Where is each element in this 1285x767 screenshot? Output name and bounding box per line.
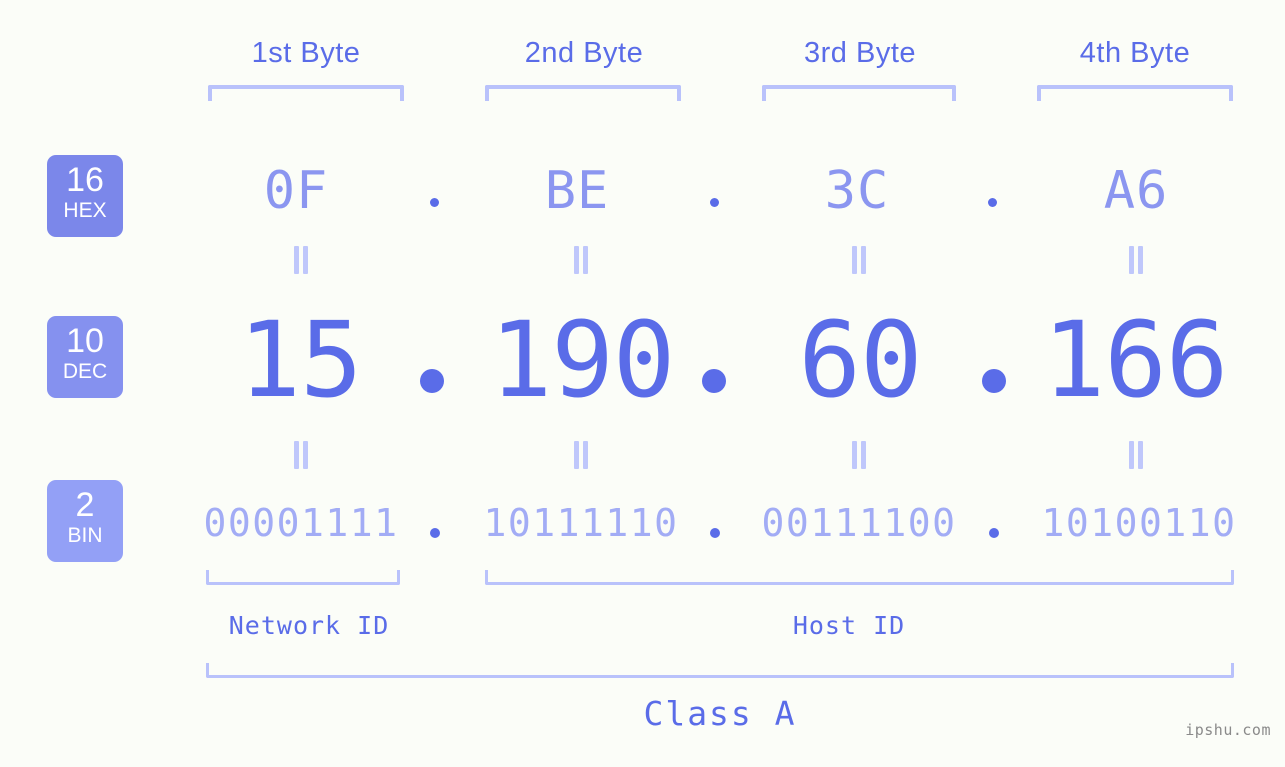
hex-separator-3: [988, 198, 997, 207]
byte-bracket-2: [485, 85, 681, 101]
equals-icon-hex-dec-2: [571, 246, 591, 274]
equals-icon-dec-bin-3: [849, 441, 869, 469]
hex-octet-4: A6: [1103, 161, 1169, 221]
dec-separator-3: [982, 369, 1006, 393]
byte-bracket-4: [1037, 85, 1233, 101]
equals-icon-dec-bin-4: [1126, 441, 1146, 469]
network-id-label: Network ID: [228, 611, 390, 640]
byte-header-3: 3rd Byte: [804, 37, 916, 69]
byte-bracket-1: [208, 85, 404, 101]
equals-icon-dec-bin-1: [291, 441, 311, 469]
dec-octet-row: 15 190 60 166: [0, 300, 1285, 420]
byte-header-1: 1st Byte: [251, 37, 361, 69]
network-id-bracket: [206, 570, 400, 585]
equals-icon-hex-dec-4: [1126, 246, 1146, 274]
equals-icon-hex-dec-1: [291, 246, 311, 274]
dec-octet-4: 166: [1042, 299, 1229, 421]
bin-separator-2: [710, 528, 720, 538]
host-id-label: Host ID: [792, 611, 906, 640]
hex-octet-3: 3C: [824, 161, 890, 221]
class-bracket: [206, 663, 1234, 678]
hex-octet-1: 0F: [263, 161, 329, 221]
ip-address-breakdown-diagram: 1st Byte 2nd Byte 3rd Byte 4th Byte 16 H…: [0, 0, 1285, 767]
bin-separator-1: [430, 528, 440, 538]
bin-octet-2: 10111110: [483, 501, 679, 545]
bin-octet-1: 00001111: [203, 501, 399, 545]
bin-octet-row: 00001111 10111110 00111100 10100110: [0, 492, 1285, 554]
host-id-bracket: [485, 570, 1234, 585]
bin-octet-4: 10100110: [1041, 501, 1237, 545]
dec-octet-2: 190: [489, 299, 676, 421]
byte-bracket-3: [762, 85, 956, 101]
dec-separator-1: [420, 369, 444, 393]
hex-separator-1: [430, 198, 439, 207]
byte-header-4: 4th Byte: [1079, 37, 1191, 69]
ip-class-label: Class A: [643, 694, 797, 733]
dec-octet-3: 60: [798, 299, 922, 421]
equals-icon-dec-bin-2: [571, 441, 591, 469]
dec-separator-2: [702, 369, 726, 393]
bin-octet-3: 00111100: [761, 501, 957, 545]
hex-octet-2: BE: [544, 161, 610, 221]
equals-icon-hex-dec-3: [849, 246, 869, 274]
hex-separator-2: [710, 198, 719, 207]
byte-header-2: 2nd Byte: [524, 37, 644, 69]
bin-separator-3: [989, 528, 999, 538]
dec-octet-1: 15: [238, 299, 362, 421]
hex-octet-row: 0F BE 3C A6: [0, 152, 1285, 230]
site-watermark: ipshu.com: [1185, 721, 1271, 739]
